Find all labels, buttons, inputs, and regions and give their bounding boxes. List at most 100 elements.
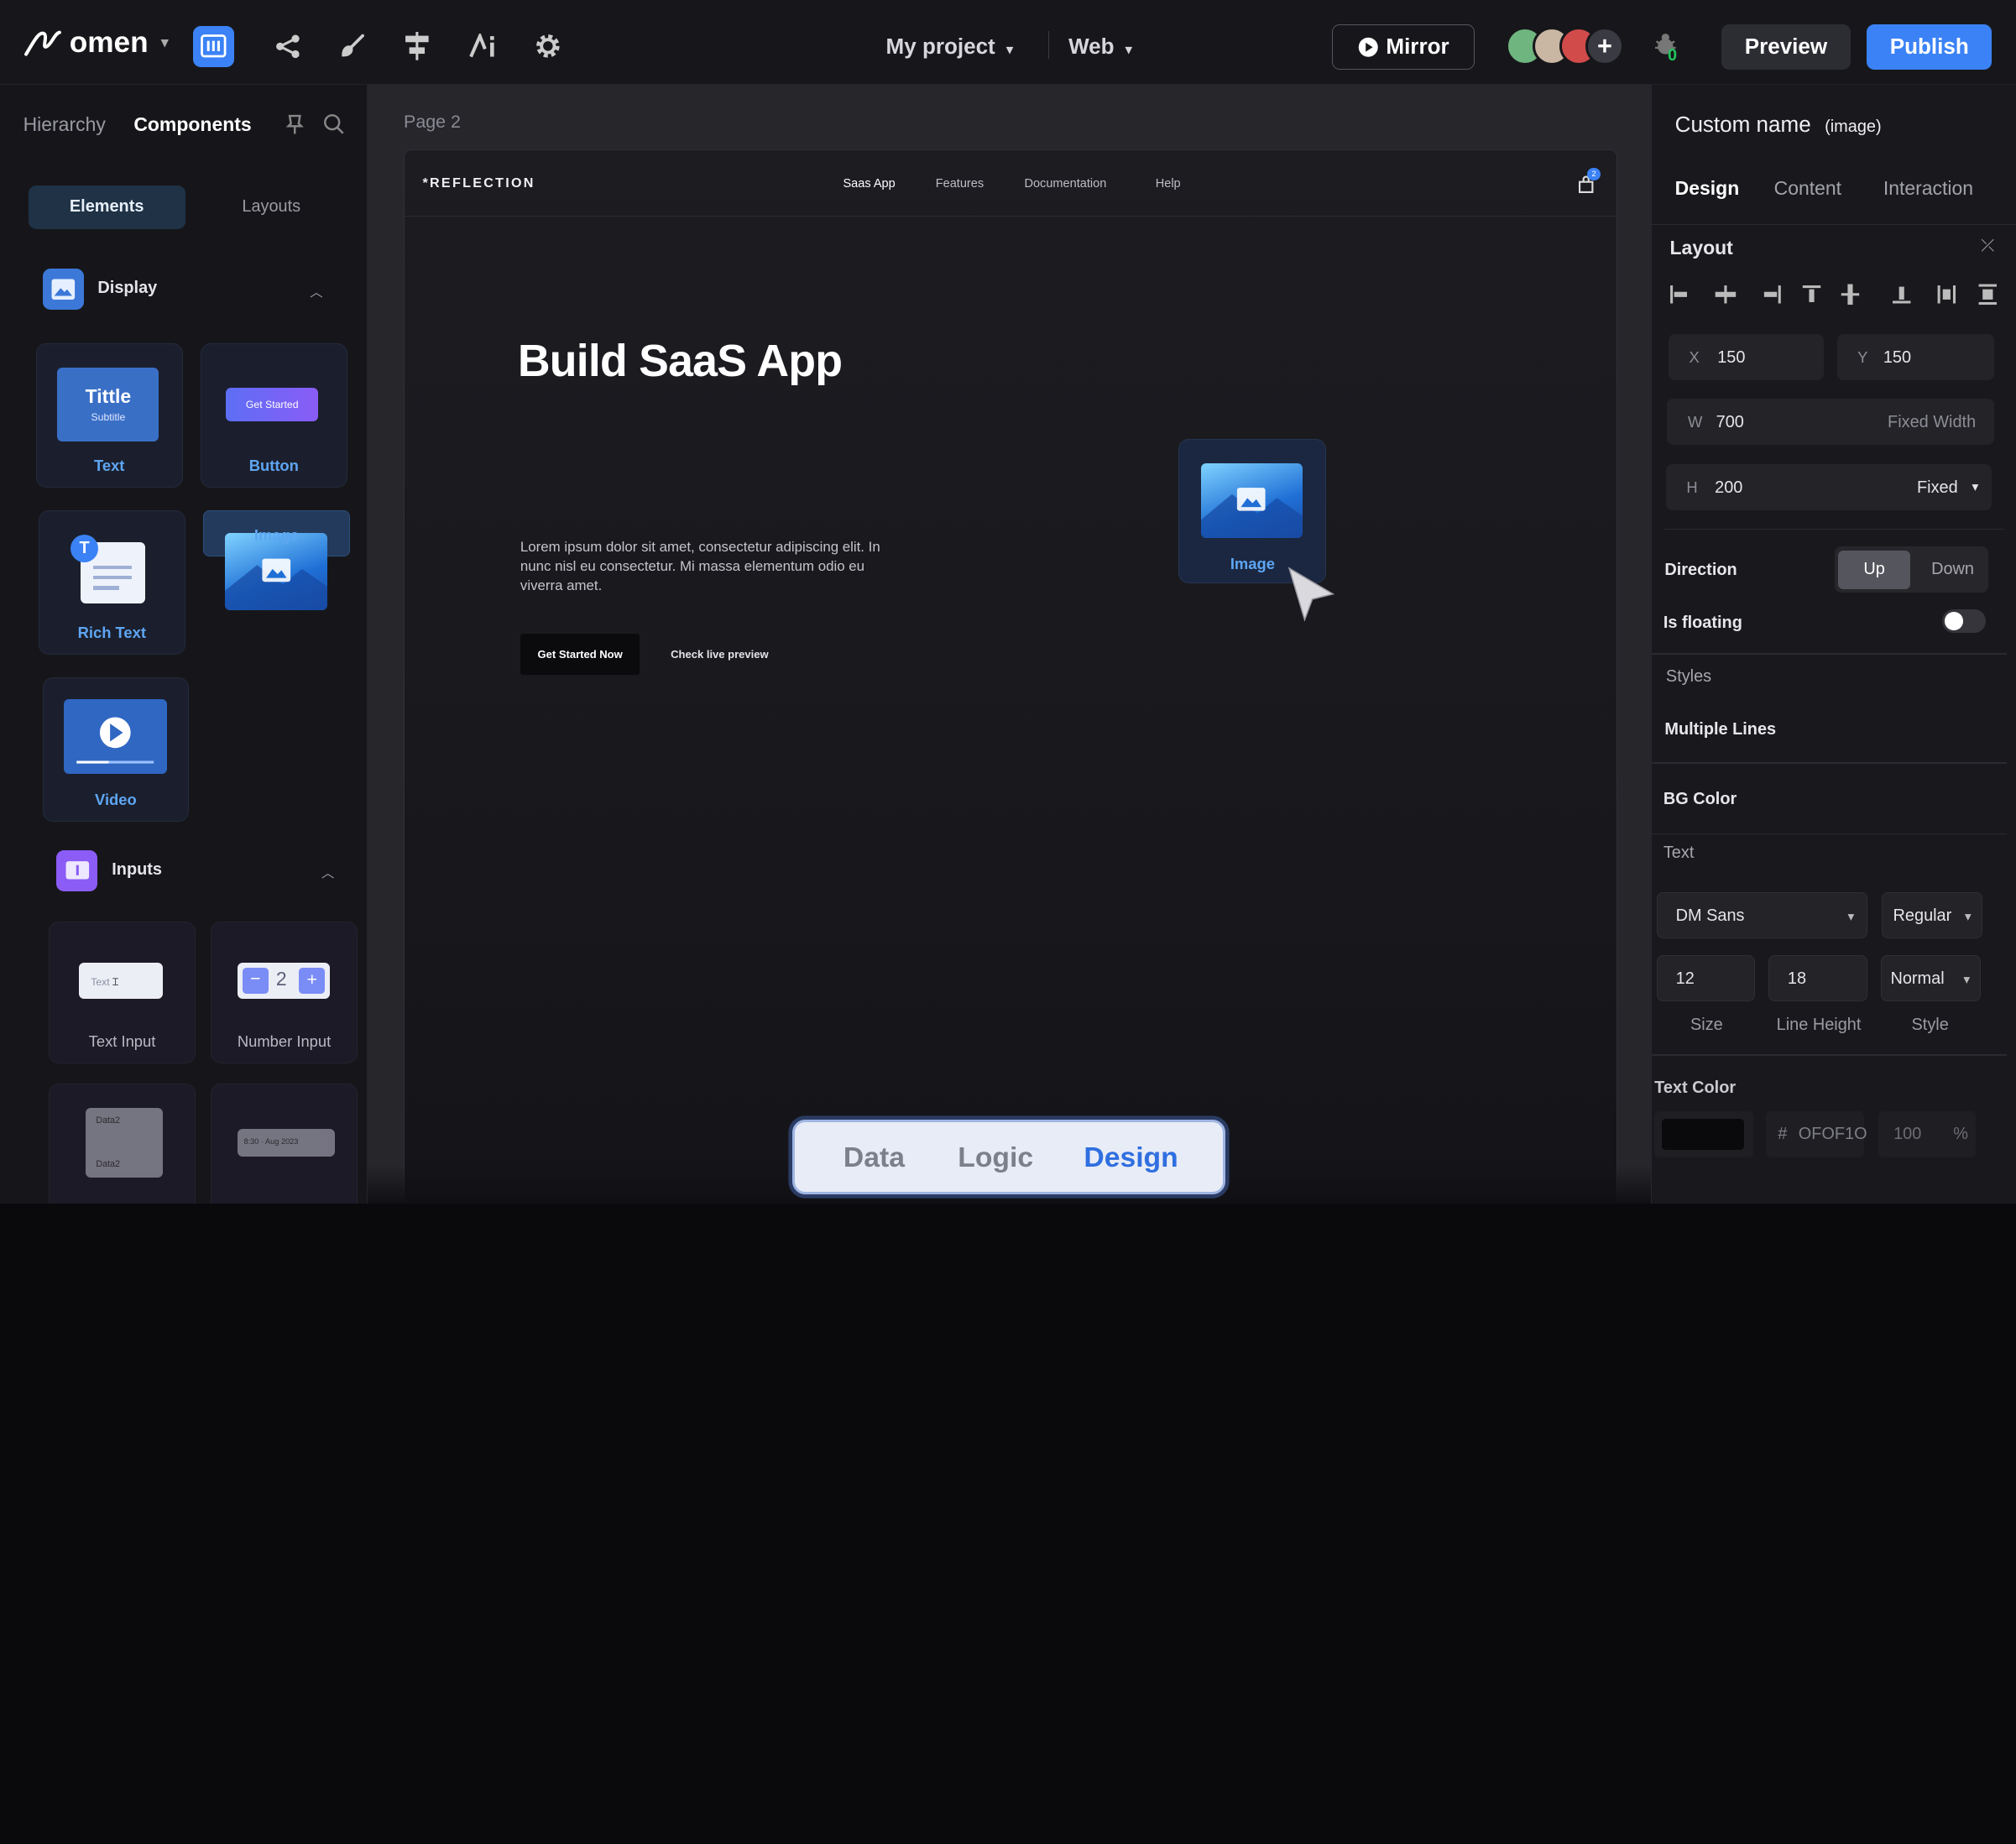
hero-description[interactable]: Lorem ipsum dolor sit amet, consectetur … <box>520 538 893 596</box>
tab-hierarchy[interactable]: Hierarchy <box>24 113 106 136</box>
project-selector[interactable]: My project ▾ <box>886 34 1013 60</box>
segment-elements[interactable]: Elements <box>28 185 185 229</box>
segment-layouts[interactable]: Layouts <box>193 185 350 229</box>
dragged-image-component[interactable]: Image <box>1178 439 1327 583</box>
add-collaborator-icon[interactable]: + <box>1585 27 1624 66</box>
nav-link-help[interactable]: Help <box>1156 177 1181 191</box>
height-field[interactable]: H 200 Fixed ▾ <box>1665 464 1992 511</box>
font-style-select[interactable]: Normal ▾ <box>1880 955 1982 1002</box>
width-mode[interactable]: Fixed Width <box>1888 413 1976 432</box>
bg-color-label[interactable]: BG Color <box>1663 790 1737 809</box>
floating-label: Is floating <box>1663 613 1742 632</box>
brush-icon[interactable] <box>332 26 373 67</box>
component-text[interactable]: Tittle Subtitle Text <box>35 343 183 488</box>
distribute-vertical-icon[interactable] <box>1976 283 1999 306</box>
page-frame[interactable]: *REFLECTION Saas App Features Documentat… <box>404 149 1618 1204</box>
y-label: Y <box>1857 348 1868 367</box>
component-image[interactable]: Image <box>203 510 350 611</box>
component-name[interactable]: Custom name (image) <box>1675 112 1882 138</box>
y-field[interactable]: Y 150 <box>1836 334 1994 381</box>
direction-toggle: Up Down <box>1834 546 1989 593</box>
tab-components[interactable]: Components <box>133 113 251 136</box>
pin-icon[interactable] <box>285 113 306 143</box>
align-top-icon[interactable] <box>1811 283 1835 306</box>
mirror-button[interactable]: Mirror <box>1332 24 1475 70</box>
align-center-icon[interactable] <box>1722 283 1746 306</box>
cart-icon[interactable]: 2 <box>1577 168 1601 199</box>
check-live-preview-link[interactable]: Check live preview <box>671 648 768 661</box>
align-left-icon[interactable] <box>1678 283 1701 306</box>
platform-selector[interactable]: Web ▾ <box>1068 34 1132 60</box>
component-rich-text[interactable]: T Rich Text <box>38 510 185 655</box>
align-middle-icon[interactable] <box>1855 283 1878 306</box>
search-icon[interactable] <box>323 113 345 141</box>
component-date-picker[interactable]: Data2 Data2 <box>49 1084 196 1204</box>
text-color-hex-field[interactable]: # OFOF1O <box>1766 1110 1867 1157</box>
thumb-title: Tittle <box>85 385 132 408</box>
font-weight-select[interactable]: Regular ▾ <box>1882 892 1982 939</box>
height-mode[interactable]: Fixed <box>1917 478 1958 498</box>
component-video[interactable]: Video <box>42 677 190 822</box>
left-panel: Hierarchy Components Elements Layouts Di… <box>0 85 368 1204</box>
align-bottom-icon[interactable] <box>1898 283 1922 306</box>
hero-title[interactable]: Build SaaS App <box>518 335 843 387</box>
text-color-opacity-field[interactable]: 100 % <box>1878 1110 1977 1157</box>
w-value: 700 <box>1716 412 1744 431</box>
chevron-down-icon[interactable]: ▾ <box>1972 479 1979 495</box>
divider <box>1652 653 2007 655</box>
nav-link-features[interactable]: Features <box>936 177 984 191</box>
collapse-icon[interactable]: ⤫ <box>1981 237 1994 256</box>
tab-interaction[interactable]: Interaction <box>1883 177 1973 200</box>
mode-data[interactable]: Data <box>843 1141 905 1174</box>
nav-link-documentation[interactable]: Documentation <box>1024 177 1106 191</box>
tab-design[interactable]: Design <box>1675 177 1740 200</box>
site-navbar: *REFLECTION Saas App Features Documentat… <box>405 150 1617 217</box>
date-thumb-top: Data2 <box>96 1115 120 1126</box>
get-started-now-button[interactable]: Get Started Now <box>520 633 640 675</box>
flow-icon[interactable] <box>268 26 309 67</box>
chevron-up-icon[interactable]: ︿ <box>321 863 334 881</box>
x-field[interactable]: X 150 <box>1668 334 1825 381</box>
play-icon <box>1358 37 1378 57</box>
component-number-input[interactable]: − 2 + Number Input <box>211 922 358 1063</box>
app-logo[interactable]: omen ▾ <box>24 26 168 60</box>
pages-icon[interactable] <box>192 25 234 67</box>
notification-bell[interactable]: 0 <box>1653 31 1691 70</box>
chevron-down-icon: ▾ <box>1006 42 1013 57</box>
ai-icon[interactable] <box>463 26 504 67</box>
design-canvas[interactable]: Page 2 *REFLECTION Saas App Features Doc… <box>368 85 1652 1204</box>
publish-button[interactable]: Publish <box>1867 24 1992 70</box>
direction-up[interactable]: Up <box>1838 550 1910 589</box>
text-color-swatch-field[interactable] <box>1654 1110 1754 1157</box>
component-text-input[interactable]: Text Ɪ Text Input <box>49 922 196 1063</box>
width-field[interactable]: W 700 Fixed Width <box>1667 398 1994 446</box>
layout-section-title: Layout <box>1669 236 1733 259</box>
multiple-lines-label[interactable]: Multiple Lines <box>1664 720 1776 739</box>
floating-toggle[interactable] <box>1942 609 1987 633</box>
app-root: omen ▾ My project ▾ Web ▾ Mirror + 0 Pre… <box>0 0 2016 1204</box>
distribute-horizontal-icon[interactable] <box>1942 283 1966 306</box>
font-size-input[interactable]: 12 <box>1657 955 1755 1002</box>
properties-panel: Custom name (image) Design Content Inter… <box>1651 85 2016 1204</box>
align-icon[interactable] <box>396 26 437 67</box>
component-button[interactable]: Get Started Button <box>200 343 347 488</box>
mode-logic[interactable]: Logic <box>958 1141 1033 1174</box>
mode-design[interactable]: Design <box>1084 1141 1178 1174</box>
line-height-input[interactable]: 18 <box>1768 955 1868 1002</box>
divider <box>1652 762 2007 764</box>
font-family-select[interactable]: DM Sans ▾ <box>1657 892 1868 939</box>
nav-link-saas-app[interactable]: Saas App <box>843 177 895 191</box>
custom-name-label: Custom name <box>1674 112 1811 138</box>
gear-icon[interactable] <box>527 26 568 67</box>
chevron-up-icon[interactable]: ︿ <box>310 282 322 300</box>
align-right-icon[interactable] <box>1768 283 1791 306</box>
chevron-down-icon: ▾ <box>1963 972 1970 987</box>
tab-content[interactable]: Content <box>1774 177 1841 200</box>
component-date-time-picker[interactable]: 8:30 · Aug 2023 <box>211 1084 358 1204</box>
mirror-label: Mirror <box>1386 34 1449 60</box>
number-input-thumb-value: 2 <box>275 968 287 990</box>
page-label: Page 2 <box>404 112 461 133</box>
direction-down[interactable]: Down <box>1917 551 1989 589</box>
notification-count: 0 <box>1667 46 1678 65</box>
preview-button[interactable]: Preview <box>1721 24 1851 70</box>
